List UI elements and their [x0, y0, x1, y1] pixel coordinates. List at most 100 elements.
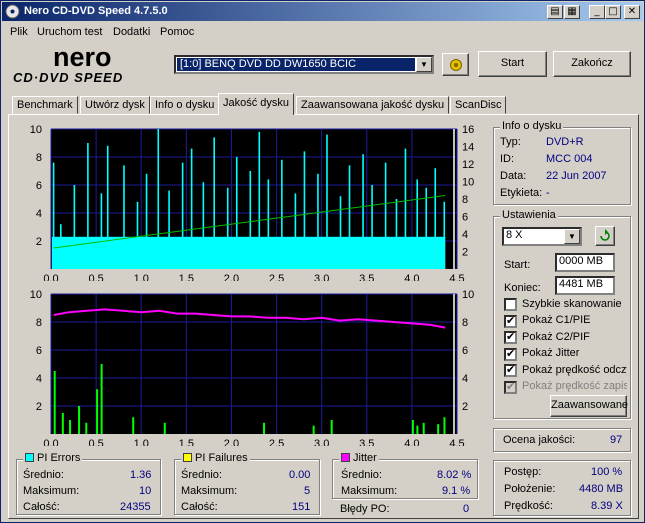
y-left-tick-label: 4 — [36, 208, 42, 220]
title-misc-icon[interactable]: ▦ — [564, 5, 580, 19]
pi-errors-bar — [384, 162, 387, 269]
tab-scandisc[interactable]: ScanDisc — [450, 96, 507, 114]
disc-info-group: Info o dysku Typ: DVD+R ID: MCC 004 Data… — [493, 120, 631, 205]
app-window: Nero CD-DVD Speed 4.7.5.0 ▤ ▦ _ □ ✕ Plik… — [0, 0, 645, 523]
x-tick-label: 1.5 — [179, 438, 194, 446]
pi-errors-bar — [106, 145, 109, 269]
pi-failures-max-value: 5 — [304, 485, 311, 497]
checkbox-3[interactable]: ✔ — [504, 346, 517, 361]
pi-errors-bar — [123, 165, 125, 269]
tab-utworz-dysk[interactable]: Utwórz dysk — [80, 96, 150, 114]
pi-errors-avg-label: Średnio: — [23, 469, 64, 481]
chevron-down-icon[interactable]: ▼ — [416, 57, 432, 72]
progress-value: 100 % — [591, 466, 623, 478]
tab-benchmark[interactable]: Benchmark — [12, 96, 78, 114]
pi-errors-bar — [157, 129, 160, 269]
title-info-icon[interactable]: ▤ — [547, 5, 563, 19]
end-mb-label: Koniec: — [504, 282, 541, 294]
speed-chevron-down-icon[interactable]: ▼ — [564, 229, 580, 244]
y-right-tick-label: 6 — [462, 212, 468, 224]
pi-failures-avg-label: Średnio: — [181, 469, 222, 481]
menu-plik[interactable]: Plik — [10, 26, 28, 38]
pi-failures-title-wrap: PI Failures — [181, 452, 250, 464]
pi-errors-max-label: Maksimum: — [23, 485, 80, 497]
disc-date-value: 22 Jun 2007 — [546, 170, 607, 182]
pi-failures-bar — [443, 417, 446, 434]
x-tick-label: 2.0 — [224, 438, 239, 446]
maximize-button[interactable]: □ — [605, 5, 621, 19]
y-left-tick-label: 6 — [36, 345, 42, 357]
po-errors-value: 0 — [463, 503, 470, 515]
disc-type-value: DVD+R — [546, 136, 584, 148]
speed-select[interactable]: 8 X ▼ — [502, 227, 582, 246]
pi-failures-color-swatch — [183, 453, 192, 462]
tab-info-o-dysku[interactable]: Info o dysku — [150, 96, 220, 114]
refresh-drive-button[interactable] — [442, 53, 469, 76]
end-mb-input[interactable]: 4481 MB — [555, 276, 615, 295]
pi-errors-color-swatch — [25, 453, 34, 462]
y-right-tick-label: 2 — [462, 401, 468, 413]
pi-errors-bar — [181, 162, 184, 269]
checkbox-1[interactable]: ✔ — [504, 313, 517, 328]
disc-label-value: - — [546, 187, 550, 199]
jitter-color-swatch — [341, 453, 350, 462]
checkbox-2[interactable]: ✔ — [504, 330, 517, 344]
drive-select[interactable]: [1:0] BENQ DVD DD DW1650 BCIC ▼ — [174, 55, 434, 74]
x-tick-label: 2.5 — [269, 438, 284, 446]
pi-errors-bar — [73, 185, 76, 269]
x-tick-label: 2.0 — [224, 273, 239, 281]
menu-dodatki[interactable]: Dodatki — [113, 26, 150, 38]
checkmark-icon: ✔ — [506, 313, 516, 327]
y-right-tick-label: 4 — [462, 373, 468, 385]
pi-errors-chart: 0.0 0.5 1.0 1.5 2.0 2.5 3.0 3.5 4.0 4.5 10 8 6 4 2 16 14… — [30, 124, 475, 281]
y-left-tick-label: 2 — [36, 401, 42, 413]
checkmark-icon: ✔ — [506, 346, 516, 360]
tab-jakosc-dysku[interactable]: Jakość dysku — [218, 93, 295, 115]
title-bar[interactable]: Nero CD-DVD Speed 4.7.5.0 ▤ ▦ _ □ ✕ — [2, 2, 643, 21]
pi-errors-bar — [339, 196, 342, 269]
advanced-button[interactable]: Zaawansowane — [550, 395, 628, 417]
position-value: 4480 MB — [579, 483, 624, 495]
x-tick-label: 2.5 — [269, 273, 284, 281]
checkbox-label-2: Pokaż C2/PIF — [522, 330, 590, 343]
checkbox-label-1: Pokaż C1/PIE — [522, 314, 591, 326]
tab-zaawansowana-jakosc[interactable]: Zaawansowana jakość dysku — [296, 96, 450, 114]
x-tick-label: 0.5 — [88, 438, 103, 446]
checkbox-5: ✔ — [504, 380, 517, 394]
pi-errors-bar — [443, 201, 446, 269]
x-tick-label: 3.5 — [359, 273, 374, 281]
close-window-button[interactable]: ✕ — [624, 5, 640, 19]
y-right-tick-label: 10 — [462, 177, 474, 189]
y-left-tick-label: 2 — [36, 236, 42, 248]
minimize-button[interactable]: _ — [589, 5, 605, 19]
x-tick-label: 0.5 — [88, 273, 103, 281]
pi-errors-bar — [202, 182, 205, 269]
jitter-group: Jitter Średnio: 8.02 % Maksimum: 9.1 % — [332, 452, 478, 499]
jitter-max-label: Maksimum: — [341, 485, 398, 497]
pi-failures-bar — [330, 420, 333, 434]
drive-select-value: [1:0] BENQ DVD DD DW1650 BCIC — [177, 58, 415, 71]
pi-errors-title-wrap: PI Errors — [23, 452, 83, 464]
start-button[interactable]: Start — [478, 51, 547, 77]
speed-label: Prędkość: — [504, 500, 553, 512]
pi-failures-bar — [69, 420, 72, 434]
pi-failures-total-label: Całość: — [181, 501, 218, 513]
pi-failures-bar — [422, 422, 425, 434]
menu-uruchom-test[interactable]: Uruchom test — [37, 26, 102, 38]
checkbox-4[interactable]: ✔ — [504, 363, 517, 377]
jitter-title: Jitter — [353, 452, 377, 464]
pi-errors-bar — [52, 162, 55, 269]
refresh-speed-button[interactable] — [595, 226, 615, 246]
pi-errors-bar — [100, 193, 103, 269]
menu-pomoc[interactable]: Pomoc — [160, 26, 194, 38]
checkbox-0[interactable] — [504, 298, 517, 311]
x-tick-label: 4.0 — [404, 273, 419, 281]
pi-errors-bar — [425, 187, 428, 269]
pi-failures-chart: 0.0 0.5 1.0 1.5 2.0 2.5 3.0 3.5 4.0 4.5 10 8 6 4 2 10 8 6… — [30, 289, 475, 446]
close-button[interactable]: Zakończ — [553, 51, 631, 77]
quality-score-value: 97 — [610, 434, 623, 446]
pi-errors-bar — [404, 148, 407, 269]
start-mb-input[interactable]: 0000 MB — [555, 253, 615, 272]
pi-errors-group: PI Errors Średnio: 1.36 Maksimum: 10 Cał… — [16, 452, 161, 515]
disc-id-value: MCC 004 — [546, 153, 593, 165]
